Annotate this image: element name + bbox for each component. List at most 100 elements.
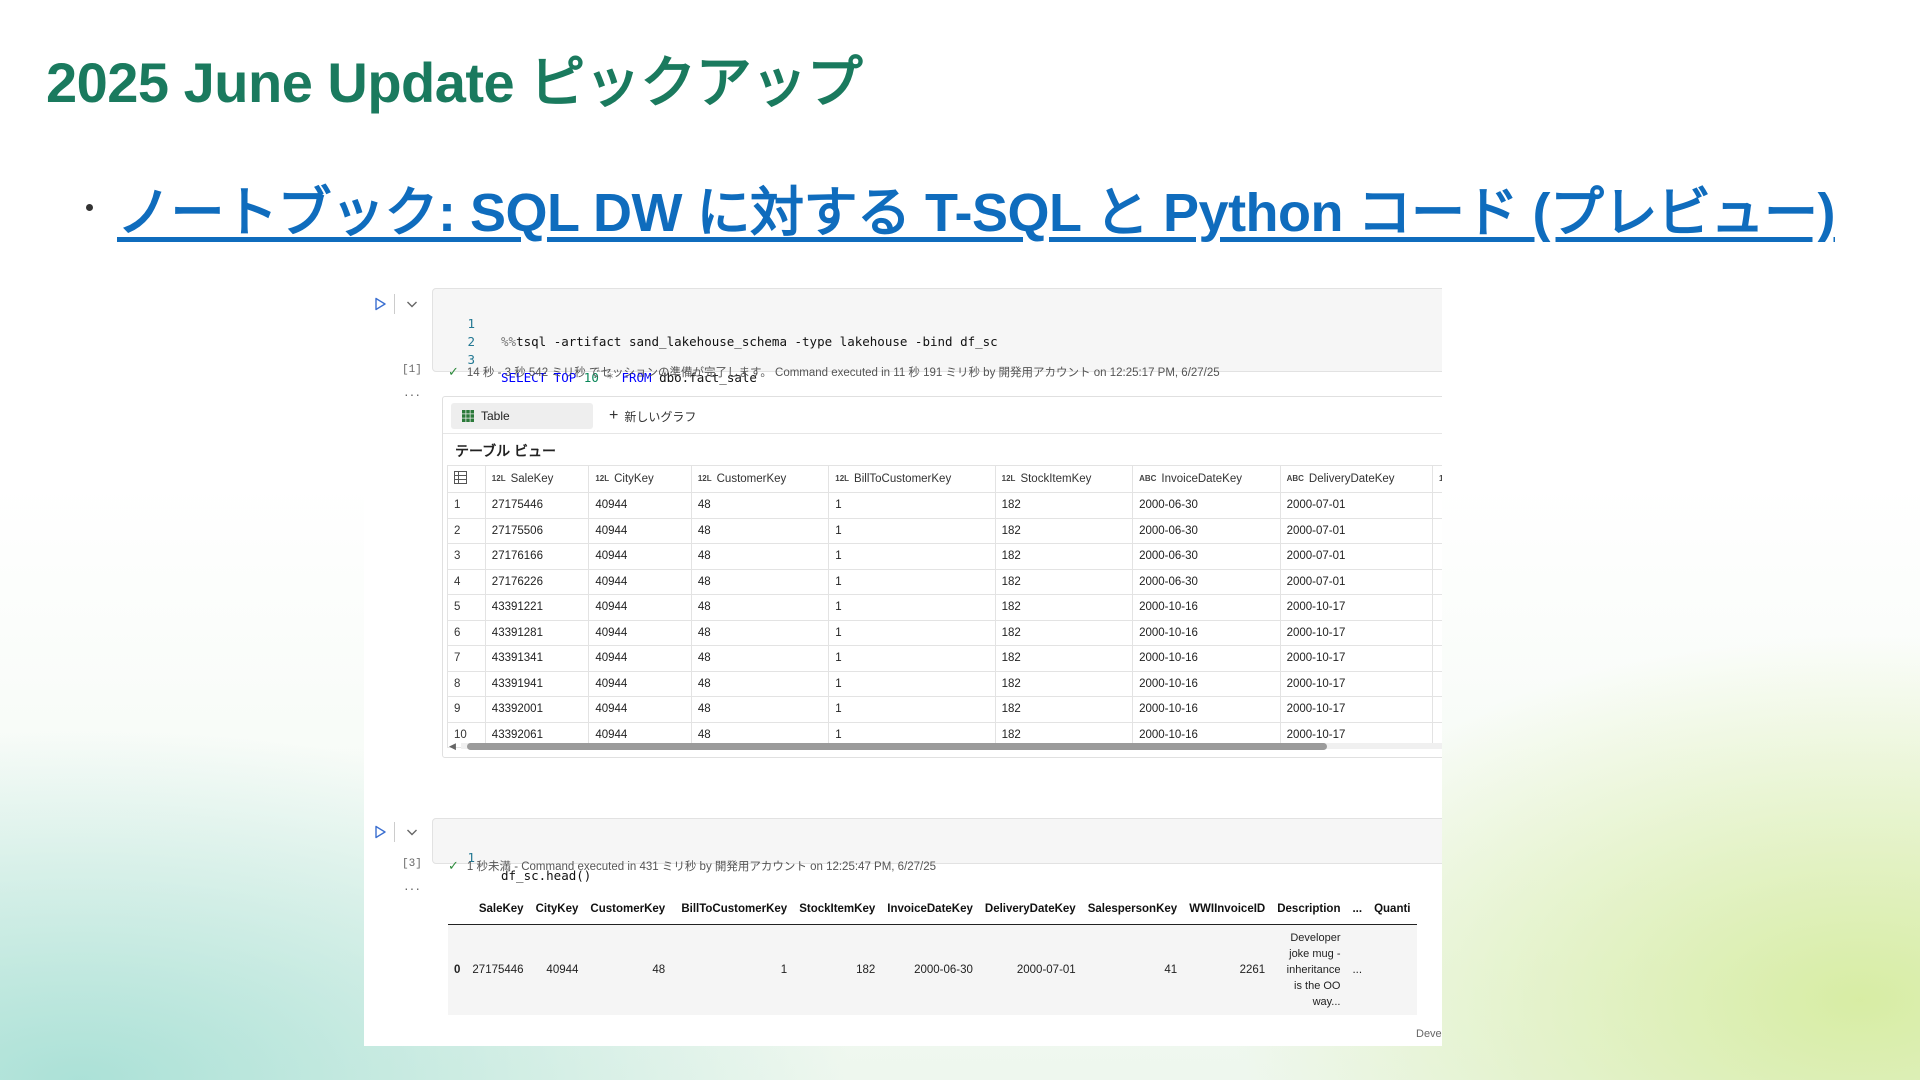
table-cell: 40944 bbox=[588, 645, 692, 672]
table-cell: ... bbox=[1346, 924, 1369, 1015]
scroll-left-icon[interactable]: ◀ bbox=[449, 741, 456, 752]
table-cell: 48 bbox=[690, 543, 830, 570]
table-cell bbox=[1432, 619, 1442, 646]
table-cell: 2000-10-17 bbox=[1279, 619, 1434, 646]
scrollbar-thumb[interactable] bbox=[467, 743, 1327, 750]
row-number: 3 bbox=[447, 543, 486, 570]
column-header: SaleKey bbox=[466, 894, 530, 925]
column-header: Quanti bbox=[1368, 894, 1417, 925]
table-select-icon[interactable] bbox=[447, 465, 486, 493]
table-row[interactable]: 6 43391281 40944 48 1 182 2000-10-16 2000-10-17 bbox=[447, 619, 1442, 646]
table-cell: 1 bbox=[828, 517, 996, 544]
table-cell: 43391941 bbox=[484, 670, 590, 697]
table-body: 1 27175446 40944 48 1 182 2000-06-30 2000-07-01… bbox=[447, 492, 1442, 748]
column-header[interactable]: ABC DeliveryDateKey bbox=[1279, 465, 1434, 493]
table-cell: 1 bbox=[828, 619, 996, 646]
table-cell: 48 bbox=[690, 517, 830, 544]
table-cell: 182 bbox=[994, 492, 1134, 519]
table-cell: 2000-06-30 bbox=[1132, 517, 1281, 544]
table-row[interactable]: 7 43391341 40944 48 1 182 2000-10-16 2000-10-17 bbox=[447, 645, 1442, 672]
column-header[interactable]: 1 bbox=[1432, 465, 1442, 493]
bullet-item: ノートブック: SQL DW に対する T-SQL と Python コード (… bbox=[86, 168, 1835, 247]
column-header: SalespersonKey bbox=[1081, 894, 1184, 925]
table-cell: 40944 bbox=[588, 696, 692, 723]
table-cell: 41 bbox=[1081, 924, 1184, 1015]
table-cell: 48 bbox=[690, 492, 830, 519]
chevron-down-icon[interactable] bbox=[404, 824, 420, 840]
output-tabs: Table + 新しいグラフ bbox=[451, 403, 706, 429]
table-row[interactable]: 9 43392001 40944 48 1 182 2000-10-16 2000-10-17 bbox=[447, 696, 1442, 723]
table-cell bbox=[1368, 924, 1417, 1015]
table-cell: 2000-07-01 bbox=[1279, 492, 1434, 519]
cell-status: ✓ 14 秒 - 3 秒 542 ミリ秒 でセッションの準備が完了します。 Com… bbox=[448, 364, 1220, 379]
dataframe-table: SaleKey CityKey CustomerKey BillToCustom… bbox=[448, 894, 1417, 1015]
notebook-feature-link[interactable]: ノートブック: SQL DW に対する T-SQL と Python コード (… bbox=[117, 168, 1835, 247]
row-number: 5 bbox=[447, 594, 486, 621]
code-editor[interactable]: 1 %%tsql -artifact sand_lakehouse_schema… bbox=[432, 288, 1442, 385]
table-cell: 1 bbox=[828, 696, 996, 723]
table-cell: 2000-07-01 bbox=[1279, 543, 1434, 570]
result-table: 12L SaleKey 12L CityKey 12L CustomerKey 12L… bbox=[447, 465, 1442, 748]
more-options-icon[interactable]: ··· bbox=[404, 880, 421, 896]
column-header[interactable]: ABC InvoiceDateKey bbox=[1132, 465, 1281, 493]
run-cell-icon[interactable] bbox=[372, 296, 388, 312]
row-index: 0 bbox=[448, 924, 467, 1015]
horizontal-scrollbar[interactable]: ◀ bbox=[447, 741, 1442, 751]
column-header[interactable]: 12L BillToCustomerKey bbox=[828, 465, 996, 493]
table-view-title: テーブル ビュー bbox=[455, 443, 557, 459]
output-panel: Table + 新しいグラフ テーブル ビュー 12L SaleKey 12L Ci… bbox=[442, 396, 1442, 758]
table-cell: 1 bbox=[828, 543, 996, 570]
cell-status: ✓ 1 秒未満 - Command executed in 431 ミリ秒 by … bbox=[448, 858, 937, 873]
table-cell: 40944 bbox=[588, 543, 692, 570]
table-cell: 2000-10-16 bbox=[1132, 594, 1281, 621]
chevron-down-icon[interactable] bbox=[404, 296, 420, 312]
table-cell: 27175506 bbox=[484, 517, 590, 544]
row-number: 9 bbox=[447, 696, 486, 723]
column-header: Description bbox=[1271, 894, 1347, 925]
table-cell: 48 bbox=[690, 670, 830, 697]
table-cell: 40944 bbox=[588, 492, 692, 519]
table-cell: 182 bbox=[994, 594, 1134, 621]
table-row[interactable]: 2 27175506 40944 48 1 182 2000-06-30 2000-07-01 bbox=[447, 517, 1442, 544]
column-header: BillToCustomerKey bbox=[671, 894, 794, 925]
column-header[interactable]: 12L SaleKey bbox=[484, 465, 590, 493]
table-cell: 182 bbox=[994, 568, 1134, 595]
table-cell: 40944 bbox=[529, 924, 585, 1015]
column-header[interactable]: 12L CustomerKey bbox=[690, 465, 830, 493]
clipped-description: Developer bbox=[1416, 1028, 1442, 1040]
table-cell: 40944 bbox=[588, 594, 692, 621]
column-header[interactable]: 12L StockItemKey bbox=[994, 465, 1134, 493]
toolbar-separator bbox=[394, 822, 395, 842]
table-cell: 48 bbox=[690, 645, 830, 672]
table-cell: 2000-10-17 bbox=[1279, 670, 1434, 697]
table-row[interactable]: 1 27175446 40944 48 1 182 2000-06-30 2000-07-01 bbox=[447, 492, 1442, 519]
table-cell: 182 bbox=[994, 543, 1134, 570]
table-cell: 2000-10-16 bbox=[1132, 696, 1281, 723]
run-cell-icon[interactable] bbox=[372, 824, 388, 840]
table-cell: 48 bbox=[584, 924, 672, 1015]
column-header[interactable]: 12L CityKey bbox=[588, 465, 692, 493]
row-number: 7 bbox=[447, 645, 486, 672]
table-cell: 27175446 bbox=[466, 924, 530, 1015]
row-number: 6 bbox=[447, 619, 486, 646]
table-cell: 1 bbox=[828, 645, 996, 672]
table-row[interactable]: 8 43391941 40944 48 1 182 2000-10-16 2000-10-17 bbox=[447, 670, 1442, 697]
table-cell: 2000-10-17 bbox=[1279, 696, 1434, 723]
table-row[interactable]: 3 27176166 40944 48 1 182 2000-06-30 2000-07-01 bbox=[447, 543, 1442, 570]
column-header: InvoiceDateKey bbox=[881, 894, 979, 925]
table-cell bbox=[1432, 543, 1442, 570]
table-cell bbox=[1432, 492, 1442, 519]
slide-title: 2025 June Update ピックアップ bbox=[46, 51, 863, 114]
table-grid-icon bbox=[462, 410, 474, 422]
table-cell: 2000-06-30 bbox=[1132, 568, 1281, 595]
check-icon: ✓ bbox=[448, 364, 459, 379]
execution-count: [1] bbox=[402, 364, 422, 376]
table-header-row: 12L SaleKey 12L CityKey 12L CustomerKey 12L… bbox=[447, 465, 1442, 493]
column-header: DeliveryDateKey bbox=[978, 894, 1082, 925]
table-row[interactable]: 4 27176226 40944 48 1 182 2000-06-30 2000-07-01 bbox=[447, 568, 1442, 595]
table-cell: 182 bbox=[793, 924, 882, 1015]
more-options-icon[interactable]: ··· bbox=[404, 386, 421, 402]
tab-new-chart[interactable]: + 新しいグラフ bbox=[599, 403, 706, 429]
tab-table[interactable]: Table bbox=[451, 403, 593, 429]
table-row[interactable]: 5 43391221 40944 48 1 182 2000-10-16 2000-10-17 bbox=[447, 594, 1442, 621]
